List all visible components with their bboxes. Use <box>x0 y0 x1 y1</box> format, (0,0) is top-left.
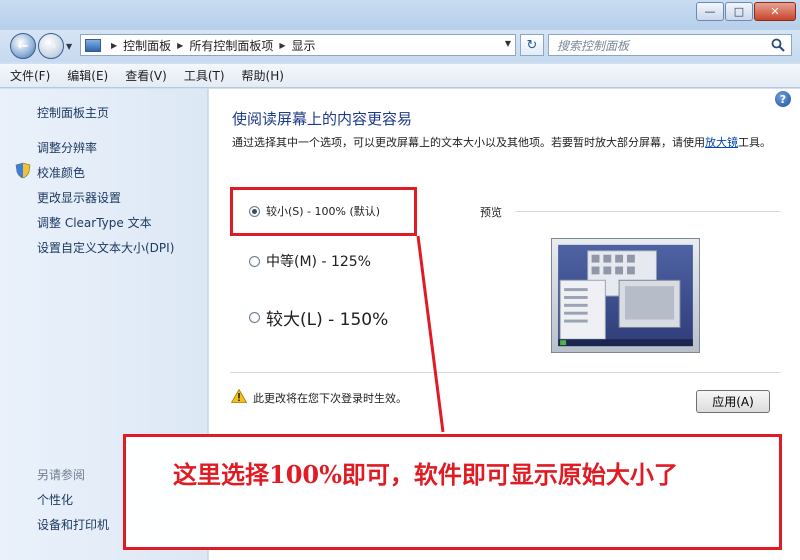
sidebar-item-change-display-settings[interactable]: 更改显示器设置 <box>37 189 121 206</box>
breadcrumb-separator-icon[interactable]: ▶ <box>177 41 183 50</box>
breadcrumb-separator-icon[interactable]: ▶ <box>279 41 285 50</box>
option-larger-label: 较大(L) - 150% <box>266 310 389 330</box>
sidebar-item-devices-printers[interactable]: 设备和打印机 <box>37 516 109 533</box>
magnifier-link[interactable]: 放大镜 <box>705 136 738 149</box>
recent-pages-dropdown[interactable]: ▼ <box>66 42 72 51</box>
breadcrumb-display[interactable]: 显示 <box>292 37 316 54</box>
radio-unselected-icon[interactable] <box>249 312 260 323</box>
menu-edit[interactable]: 编辑(E) <box>67 67 108 84</box>
warning-text: 此更改将在您下次登录时生效。 <box>253 392 407 405</box>
radio-unselected-icon[interactable] <box>249 255 260 267</box>
title-bar: — □ ✕ <box>0 0 800 30</box>
annotation-highlight-box <box>230 187 417 236</box>
menu-help[interactable]: 帮助(H) <box>242 67 284 84</box>
see-also-heading: 另请参阅 <box>37 468 86 482</box>
page-title: 使阅读屏幕上的内容更容易 <box>232 110 413 128</box>
apply-button[interactable]: 应用(A) <box>696 390 770 413</box>
breadcrumb-control-panel[interactable]: 控制面板 <box>123 37 171 54</box>
sidebar-item-adjust-cleartype[interactable]: 调整 ClearType 文本 <box>37 214 152 231</box>
minimize-button[interactable]: — <box>696 2 724 21</box>
preview-divider <box>515 211 781 212</box>
back-button[interactable]: ← <box>10 33 36 59</box>
section-divider <box>230 372 781 373</box>
close-button[interactable]: ✕ <box>754 2 796 21</box>
sidebar-item-calibrate-color[interactable]: 校准颜色 <box>37 164 85 181</box>
option-medium[interactable]: 中等(M) - 125% <box>249 251 371 271</box>
page-description: 通过选择其中一个选项，可以更改屏幕上的文本大小以及其他项。若要暂时放大部分屏幕，… <box>232 136 771 149</box>
forward-button[interactable]: → <box>38 33 64 59</box>
refresh-button[interactable]: ↻ <box>520 34 544 56</box>
shield-icon <box>15 162 31 179</box>
window-controls: — □ ✕ <box>695 2 796 21</box>
sidebar-item-control-panel-home[interactable]: 控制面板主页 <box>37 104 109 121</box>
preview-image <box>551 238 700 353</box>
sidebar-item-personalization[interactable]: 个性化 <box>37 491 73 508</box>
search-icon[interactable] <box>771 38 785 52</box>
search-input[interactable]: 搜索控制面板 <box>548 34 792 56</box>
menu-bar: 文件(F) 编辑(E) 查看(V) 工具(T) 帮助(H) <box>0 64 800 88</box>
option-medium-label: 中等(M) - 125% <box>266 254 371 270</box>
option-larger[interactable]: 较大(L) - 150% <box>249 305 388 330</box>
menu-view[interactable]: 查看(V) <box>125 67 167 84</box>
chevron-down-icon[interactable]: ▼ <box>505 39 511 48</box>
menu-tools[interactable]: 工具(T) <box>184 67 225 84</box>
address-bar[interactable]: ▶ 控制面板 ▶ 所有控制面板项 ▶ 显示 ▼ <box>80 34 516 56</box>
warning-icon <box>231 389 247 403</box>
control-panel-icon <box>85 38 101 52</box>
breadcrumb-separator-icon[interactable]: ▶ <box>111 41 117 50</box>
sidebar-item-adjust-resolution[interactable]: 调整分辨率 <box>37 139 97 156</box>
preview-label: 预览 <box>480 206 502 219</box>
help-icon[interactable]: ? <box>775 91 791 107</box>
sidebar-item-custom-dpi[interactable]: 设置自定义文本大小(DPI) <box>37 239 174 256</box>
maximize-button[interactable]: □ <box>725 2 753 21</box>
breadcrumb-all-items[interactable]: 所有控制面板项 <box>189 37 273 54</box>
menu-file[interactable]: 文件(F) <box>10 67 50 84</box>
annotation-text: 这里选择100%即可，软件即可显示原始大小了 <box>173 460 678 489</box>
search-placeholder: 搜索控制面板 <box>557 38 630 53</box>
